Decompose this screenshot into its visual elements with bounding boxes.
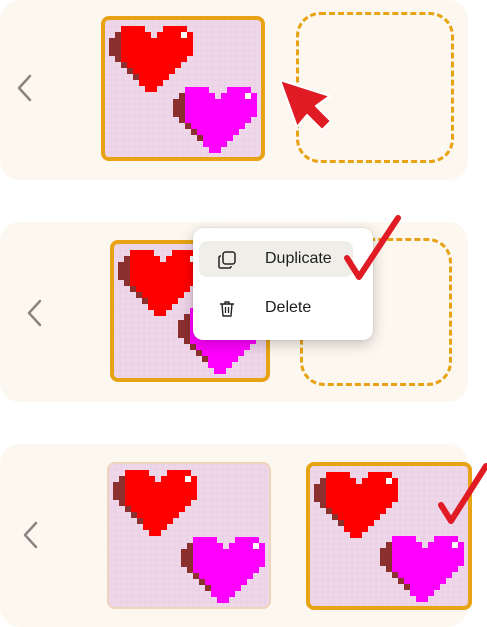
red-heart-pixel-art xyxy=(118,250,202,316)
red-heart-pixel-art xyxy=(314,472,398,538)
frame-thumbnail-original[interactable] xyxy=(107,462,271,609)
magenta-heart-pixel-art xyxy=(181,537,265,603)
chevron-left-icon[interactable] xyxy=(14,72,36,104)
step3-panel xyxy=(0,444,472,627)
red-heart-pixel-art xyxy=(113,470,197,536)
chevron-left-icon[interactable] xyxy=(20,519,42,551)
delete-menu-item[interactable]: Delete xyxy=(199,290,353,326)
red-heart-pixel-art xyxy=(109,26,193,92)
step1-panel xyxy=(0,0,468,180)
duplicate-menu-item[interactable]: Duplicate xyxy=(199,241,353,277)
add-frame-slot[interactable] xyxy=(296,12,454,163)
frame-thumbnail-duplicate[interactable] xyxy=(306,462,472,610)
trash-icon xyxy=(220,301,234,317)
duplicate-label: Duplicate xyxy=(265,250,332,267)
magenta-heart-pixel-art xyxy=(173,87,257,153)
copy-icon xyxy=(218,251,236,269)
chevron-left-icon[interactable] xyxy=(24,297,46,329)
frame-thumbnail[interactable] xyxy=(101,16,265,161)
delete-label: Delete xyxy=(265,299,312,316)
context-menu: Duplicate Delete xyxy=(193,228,373,340)
